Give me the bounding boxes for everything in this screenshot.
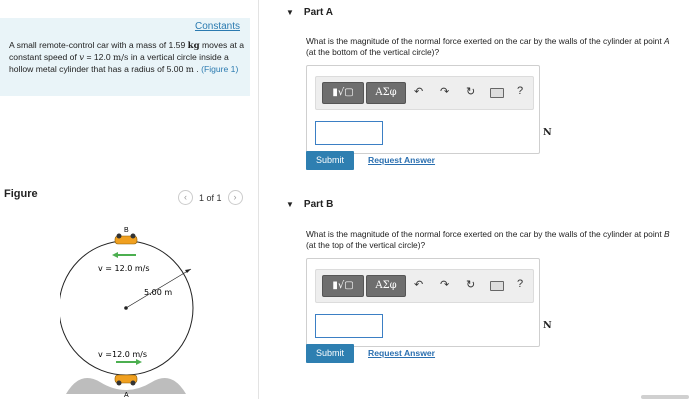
- velocity-arrowhead-bottom: [136, 359, 142, 365]
- scrollbar-thumb[interactable]: [641, 395, 689, 399]
- figure-header: Figure: [4, 188, 38, 200]
- undo-icon[interactable]: ↶: [414, 85, 423, 98]
- figure-link[interactable]: (Figure 1): [201, 64, 238, 74]
- car-top: [114, 233, 138, 245]
- constants-link[interactable]: Constants: [195, 21, 240, 32]
- undo-icon[interactable]: ↶: [414, 278, 423, 291]
- label-point-b: B: [124, 227, 129, 234]
- part-a-answer-box: ▮√▢ ΑΣφ ↶ ↷ ↻ ? N: [306, 65, 552, 154]
- redo-icon[interactable]: ↷: [440, 85, 449, 98]
- figure-pager: ‹ 1 of 1 ›: [178, 190, 243, 205]
- problem-statement: Constants A small remote-control car wit…: [0, 18, 250, 96]
- math-toolbar: ▮√▢ ΑΣφ ↶ ↷ ↻ ?: [315, 76, 534, 110]
- reset-icon[interactable]: ↻: [466, 85, 475, 98]
- problem-text: A small remote-control car with a mass o…: [9, 40, 245, 75]
- radius-label: 5.00 m: [144, 288, 172, 297]
- help-icon[interactable]: ?: [517, 85, 523, 97]
- velocity-arrowhead-top: [112, 252, 118, 258]
- keyboard-icon[interactable]: [490, 281, 504, 291]
- part-a-header[interactable]: ▼ Part A: [286, 7, 333, 18]
- answer-input[interactable]: [315, 314, 383, 338]
- greek-symbols-button[interactable]: ΑΣφ: [366, 275, 406, 297]
- part-b-answer-box: ▮√▢ ΑΣφ ↶ ↷ ↻ ? N: [306, 258, 552, 347]
- math-toolbar: ▮√▢ ΑΣφ ↶ ↷ ↻ ?: [315, 269, 534, 303]
- part-b-header[interactable]: ▼ Part B: [286, 199, 333, 210]
- figure-diagram: B A v = 12.0 m/s v =12.0 m/s 5.00 m: [60, 227, 194, 399]
- caret-down-icon: ▼: [286, 8, 294, 17]
- part-b-question: What is the magnitude of the normal forc…: [306, 229, 670, 250]
- part-a-question: What is the magnitude of the normal forc…: [306, 36, 670, 57]
- request-answer-link[interactable]: Request Answer: [368, 348, 435, 358]
- speed-label-bottom: v =12.0 m/s: [98, 350, 147, 359]
- keyboard-icon[interactable]: [490, 88, 504, 98]
- speed-label-top: v = 12.0 m/s: [98, 264, 150, 273]
- chevron-right-icon[interactable]: ›: [227, 190, 243, 205]
- help-icon[interactable]: ?: [517, 278, 523, 290]
- answer-input[interactable]: [315, 121, 383, 145]
- submit-button[interactable]: Submit: [306, 344, 354, 363]
- car-bottom: [114, 374, 138, 386]
- submit-button[interactable]: Submit: [306, 151, 354, 170]
- redo-icon[interactable]: ↷: [440, 278, 449, 291]
- caret-down-icon: ▼: [286, 200, 294, 209]
- unit-label: N: [543, 320, 552, 331]
- pager-text: 1 of 1: [199, 192, 222, 203]
- left-panel: Constants A small remote-control car wit…: [0, 0, 258, 399]
- math-template-button[interactable]: ▮√▢: [322, 275, 364, 297]
- request-answer-link[interactable]: Request Answer: [368, 155, 435, 165]
- column-divider: [258, 0, 259, 399]
- unit-label: N: [543, 127, 552, 138]
- label-point-a: A: [124, 392, 129, 399]
- chevron-left-icon[interactable]: ‹: [178, 190, 193, 205]
- math-template-button[interactable]: ▮√▢: [322, 82, 364, 104]
- greek-symbols-button[interactable]: ΑΣφ: [366, 82, 406, 104]
- reset-icon[interactable]: ↻: [466, 278, 475, 291]
